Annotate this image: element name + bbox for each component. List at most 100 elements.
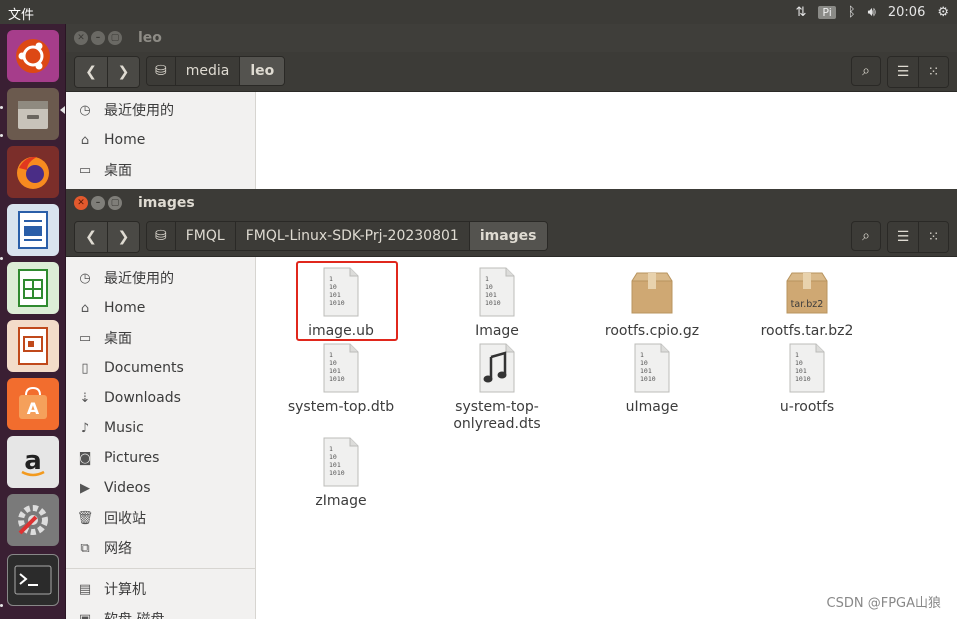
file-name: system-top.dtb (287, 399, 395, 415)
grid-view-icon[interactable]: ⁙ (918, 222, 948, 252)
system-settings-icon[interactable] (7, 494, 59, 546)
front-window-titlebar[interactable]: ✕ – ▢ images (66, 189, 957, 217)
libreoffice-calc-icon[interactable] (7, 262, 59, 314)
keyboard-layout-indicator[interactable]: Pi (818, 5, 836, 19)
archive-icon: tar.bz2 (784, 267, 830, 317)
file-name: uImage (625, 399, 679, 415)
amazon-icon[interactable]: a (7, 436, 59, 488)
list-view-icon[interactable]: ☰ (888, 222, 918, 252)
search-icon[interactable]: ⌕ (851, 56, 881, 86)
power-gear-icon[interactable]: ⚙ (937, 5, 949, 20)
app-menu-title[interactable]: 文件 (8, 4, 34, 23)
clock-icon: ◷ (79, 102, 91, 118)
places-sidebar: ◷ 最近使用的 ⌂ Home ▭ 桌面 ▯ Documents ⇣ Downloads ♪… (66, 257, 256, 619)
svg-text:tar.bz2: tar.bz2 (791, 299, 824, 310)
sidebar-item-recent[interactable]: ◷ 最近使用的 (66, 263, 255, 293)
file-item[interactable]: 1 10 101 1010 uImage (582, 343, 722, 416)
svg-text:10: 10 (640, 359, 648, 367)
front-toolbar: ❮ ❯ ⛁ FMQL FMQL-Linux-SDK-Prj-20230801 i… (66, 217, 957, 257)
file-item[interactable]: 1 10 101 1010 Image (427, 267, 567, 340)
libreoffice-impress-icon[interactable] (7, 320, 59, 372)
back-arrow-icon[interactable]: ❮ (75, 222, 107, 252)
file-name: rootfs.cpio.gz (604, 323, 700, 339)
list-view-icon[interactable]: ☰ (888, 57, 918, 87)
file-item[interactable]: 1 10 101 1010 zImage (271, 437, 411, 510)
file-item[interactable]: 1 10 101 1010 u-rootfs (737, 343, 877, 416)
sidebar-item-desktop[interactable]: ▭ 桌面 (66, 323, 255, 353)
close-icon[interactable]: ✕ (74, 196, 88, 210)
breadcrumb: ⛁ media leo (146, 56, 286, 86)
file-name: system-top-onlyread.dts (453, 399, 541, 432)
svg-text:10: 10 (329, 453, 337, 461)
breadcrumb-item[interactable]: FMQL (174, 222, 235, 250)
forward-arrow-icon[interactable]: ❯ (107, 57, 139, 87)
sidebar-item-trash[interactable]: 🗑︎ 回收站 (66, 503, 255, 533)
back-file-manager-window[interactable]: ✕ – ▢ leo ❮ ❯ ⛁ media leo ⌕ ☰ ⁙ ◷ 最近使用的 ⌂ H… (66, 24, 957, 204)
clock[interactable]: 20:06 (888, 5, 925, 20)
files-app-icon[interactable] (7, 88, 59, 140)
network-icon: ⧉ (80, 540, 90, 556)
front-file-manager-window[interactable]: ✕ – ▢ images ❮ ❯ ⛁ FMQL FMQL-Linux-SDK-P… (66, 189, 957, 619)
volume-icon[interactable]: 🔊︎ (868, 5, 876, 20)
drive-icon[interactable]: ⛁ (147, 57, 175, 85)
svg-text:101: 101 (329, 461, 341, 469)
home-icon: ⌂ (80, 300, 90, 316)
back-arrow-icon[interactable]: ❮ (75, 57, 107, 87)
breadcrumb-item[interactable]: media (174, 57, 240, 85)
minimize-icon[interactable]: – (91, 196, 105, 210)
sidebar-item-network[interactable]: ⧉ 网络 (66, 533, 255, 563)
minimize-icon[interactable]: – (91, 31, 105, 45)
svg-text:1: 1 (640, 351, 644, 359)
sidebar-item-floppy[interactable]: ▣软盘 磁盘 (66, 604, 255, 619)
terminal-icon[interactable] (7, 554, 59, 606)
ubuntu-dash-icon[interactable] (7, 30, 59, 82)
file-item[interactable]: rootfs.cpio.gz (582, 267, 722, 340)
network-arrows-icon[interactable]: ⇅ (796, 5, 807, 20)
maximize-icon[interactable]: ▢ (108, 31, 122, 45)
file-item[interactable]: system-top-onlyread.dts (427, 343, 567, 433)
sidebar-item-recent[interactable]: ◷ 最近使用的 (66, 95, 255, 125)
document-icon: ▯ (81, 360, 89, 376)
breadcrumb-item-current[interactable]: images (468, 222, 547, 250)
svg-text:1: 1 (795, 351, 799, 359)
breadcrumb-item[interactable]: FMQL-Linux-SDK-Prj-20230801 (234, 222, 469, 250)
drive-icon[interactable]: ⛁ (147, 222, 175, 250)
nav-buttons: ❮ ❯ (74, 221, 140, 253)
sidebar-item-computer[interactable]: ▤ 计算机 (66, 574, 255, 604)
sidebar-item-desktop[interactable]: ▭ 桌面 (66, 155, 255, 185)
sidebar-item-downloads[interactable]: ⇣ Downloads (66, 383, 255, 413)
file-item[interactable]: 1 10 101 1010 system-top.dtb (271, 343, 411, 416)
svg-text:10: 10 (795, 359, 803, 367)
folder-icon: ▭ (78, 330, 92, 346)
grid-view-icon[interactable]: ⁙ (918, 57, 948, 87)
libreoffice-writer-icon[interactable] (7, 204, 59, 256)
sidebar-item-pictures[interactable]: ◙ Pictures (66, 443, 255, 473)
sidebar-item-music[interactable]: ♪ Music (66, 413, 255, 443)
forward-arrow-icon[interactable]: ❯ (107, 222, 139, 252)
svg-text:10: 10 (329, 359, 337, 367)
sidebar-item-home[interactable]: ⌂ Home (66, 293, 255, 323)
view-tools: ⌕ ☰ ⁙ (851, 221, 949, 253)
binary-file-icon: 1 10 101 1010 (477, 267, 517, 317)
close-icon[interactable]: ✕ (74, 31, 88, 45)
video-icon: ▶ (80, 480, 90, 496)
view-tools: ⌕ ☰ ⁙ (851, 56, 949, 88)
file-name: u-rootfs (779, 399, 835, 415)
software-center-icon[interactable]: A (7, 378, 59, 430)
svg-text:1010: 1010 (329, 375, 345, 383)
breadcrumb-item-current[interactable]: leo (239, 57, 285, 85)
system-tray: ⇅ Pi ᛒ 🔊︎ 20:06 ⚙ (796, 0, 950, 24)
binary-file-icon: 1 10 101 1010 (321, 343, 361, 393)
sidebar-item-videos[interactable]: ▶ Videos (66, 473, 255, 503)
binary-file-icon: 1 10 101 1010 (787, 343, 827, 393)
home-icon: ⌂ (80, 132, 90, 148)
search-icon[interactable]: ⌕ (851, 221, 881, 251)
bluetooth-icon[interactable]: ᛒ (848, 5, 856, 20)
sidebar-item-home[interactable]: ⌂ Home (66, 125, 255, 155)
maximize-icon[interactable]: ▢ (108, 196, 122, 210)
back-window-titlebar[interactable]: ✕ – ▢ leo (66, 24, 957, 52)
sidebar-item-documents[interactable]: ▯ Documents (66, 353, 255, 383)
folder-icon: ▭ (78, 162, 92, 178)
firefox-icon[interactable] (7, 146, 59, 198)
file-item[interactable]: tar.bz2 rootfs.tar.bz2 (737, 267, 877, 340)
